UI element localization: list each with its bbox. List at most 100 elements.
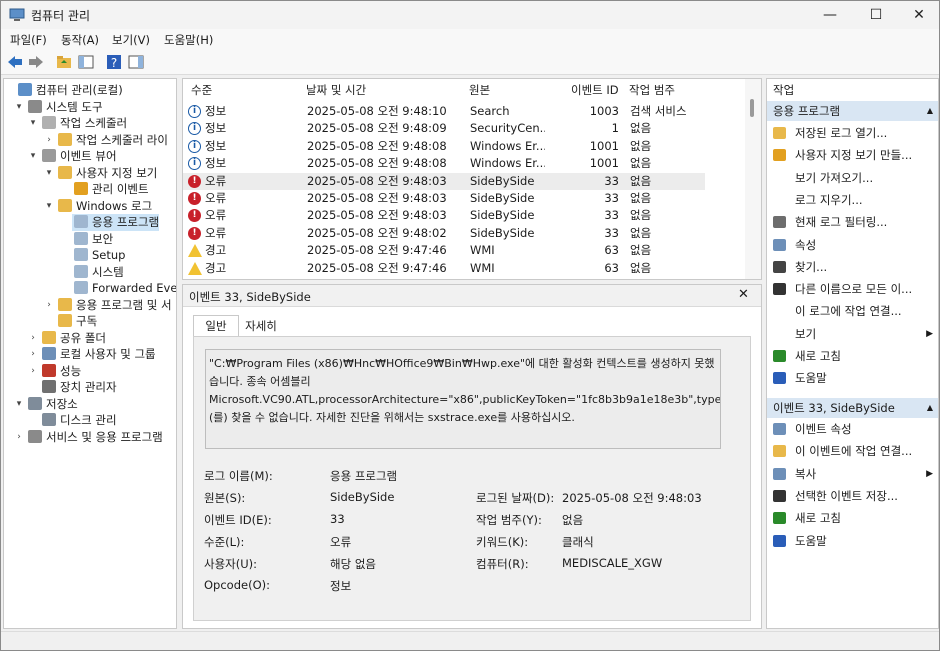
- maximize-button[interactable]: ☐: [853, 1, 899, 29]
- table-row[interactable]: 경고 2025-05-08 오전 9:47:46 WMI 63 없음: [183, 242, 705, 259]
- chevron-down-icon[interactable]: ▾: [28, 148, 38, 165]
- action-item[interactable]: 속성: [767, 235, 938, 255]
- action-item[interactable]: 보기 ▶: [767, 324, 938, 344]
- col-level-header[interactable]: 수준: [191, 79, 212, 101]
- event-list-scrollbar[interactable]: [745, 79, 761, 279]
- table-row[interactable]: i 정보 2025-05-08 오전 9:48:08 Windows Er... 100…: [183, 155, 705, 172]
- tree-item[interactable]: ▾ 시스템 도구: [17, 99, 103, 116]
- action-item[interactable]: 현재 로그 필터링...: [767, 212, 938, 232]
- chevron-right-icon[interactable]: ›: [28, 330, 38, 347]
- table-row[interactable]: i 정보 2025-05-08 오전 9:48:09 SecurityCen... 1 없…: [183, 120, 705, 137]
- chevron-down-icon[interactable]: ▾: [44, 165, 54, 182]
- action-item[interactable]: 사용자 지정 보기 만들...: [767, 145, 938, 165]
- actions-section-application[interactable]: 응용 프로그램 ▲: [767, 101, 938, 121]
- chevron-right-icon[interactable]: ›: [44, 132, 54, 149]
- tree-item[interactable]: ▾ 이벤트 뷰어: [31, 148, 117, 165]
- col-category-header[interactable]: 작업 범주: [629, 79, 675, 101]
- menu-file[interactable]: 파일(F): [10, 32, 47, 48]
- event-id-value: 33: [330, 512, 345, 526]
- up-folder-icon[interactable]: [55, 53, 73, 71]
- tree-item[interactable]: › 작업 스케줄러 라이: [47, 132, 168, 149]
- event-message-box[interactable]: "C:₩Program Files (x86)₩Hnc₩HOffice9₩Bin…: [205, 349, 721, 449]
- tree-item-label: 구독: [76, 314, 98, 328]
- tree-item[interactable]: 관리 이벤트: [72, 181, 149, 198]
- tree-item[interactable]: › 성능: [31, 363, 82, 380]
- cell-level: 오류: [205, 173, 227, 188]
- show-hide-console-tree-icon[interactable]: [77, 53, 95, 71]
- action-item[interactable]: 이벤트 속성: [767, 419, 938, 439]
- chevron-right-icon[interactable]: ›: [44, 297, 54, 314]
- table-row[interactable]: ! 오류 2025-05-08 오전 9:48:03 SideBySide 33 없음: [183, 190, 705, 207]
- close-button[interactable]: ✕: [896, 1, 939, 29]
- action-item[interactable]: 도움말: [767, 368, 938, 388]
- chevron-down-icon[interactable]: ▾: [44, 198, 54, 215]
- chevron-right-icon[interactable]: ›: [14, 429, 24, 446]
- table-row[interactable]: ! 오류 2025-05-08 오전 9:48:02 SideBySide 33 없음: [183, 225, 705, 242]
- tree-item[interactable]: 장치 관리자: [40, 379, 117, 396]
- tree-item[interactable]: ▾ Windows 로그: [47, 198, 152, 215]
- table-row[interactable]: i 정보 2025-05-08 오전 9:48:10 Search 1003 검색 서비스: [183, 103, 705, 120]
- tree-item[interactable]: 컴퓨터 관리(로컬): [16, 82, 123, 99]
- action-item[interactable]: 다른 이름으로 모든 이...: [767, 279, 938, 299]
- action-item[interactable]: 로그 지우기...: [767, 190, 938, 210]
- tree-item[interactable]: Setup: [72, 247, 125, 264]
- chevron-down-icon[interactable]: ▾: [14, 99, 24, 116]
- actions-section-event[interactable]: 이벤트 33, SideBySide ▲: [767, 398, 938, 418]
- menu-view[interactable]: 보기(V): [112, 32, 150, 48]
- collapse-up-icon[interactable]: ▲: [927, 398, 933, 418]
- action-item[interactable]: 찾기...: [767, 257, 938, 277]
- table-row[interactable]: ! 오류 2025-05-08 오전 9:48:03 SideBySide 33 없음: [183, 172, 705, 190]
- tree-item-label: 성능: [60, 363, 82, 378]
- action-item[interactable]: 도움말: [767, 531, 938, 551]
- chevron-right-icon[interactable]: ›: [28, 363, 38, 380]
- console-tree: 컴퓨터 관리(로컬) ▾ 시스템 도구 ▾ 작업 스케줄러 › 작업 스케줄러 라이 ▾ 이벤트…: [3, 78, 177, 629]
- action-item[interactable]: 이 이벤트에 작업 연결...: [767, 441, 938, 461]
- minimize-button[interactable]: —: [807, 1, 853, 29]
- chevron-right-icon[interactable]: ›: [28, 346, 38, 363]
- tree-item[interactable]: Forwarded Event: [72, 280, 176, 297]
- tree-item[interactable]: › 서비스 및 응용 프로그램: [17, 429, 163, 446]
- info-icon: i: [188, 105, 201, 118]
- tree-item[interactable]: ▾ 사용자 지정 보기: [47, 165, 157, 182]
- action-item[interactable]: 선택한 이벤트 저장...: [767, 486, 938, 506]
- tree-item[interactable]: ▾ 저장소: [17, 396, 78, 413]
- show-hide-action-pane-icon[interactable]: [127, 53, 145, 71]
- action-item[interactable]: 복사 ▶: [767, 464, 938, 484]
- action-item[interactable]: 새로 고침: [767, 508, 938, 528]
- table-row[interactable]: ! 오류 2025-05-08 오전 9:48:03 SideBySide 33 없음: [183, 207, 705, 224]
- properties-icon: [773, 238, 786, 251]
- tree-item[interactable]: › 공유 폴더: [31, 330, 106, 347]
- tree-item[interactable]: 시스템: [72, 264, 124, 281]
- chevron-down-icon[interactable]: ▾: [14, 396, 24, 413]
- menu-action[interactable]: 동작(A): [61, 32, 99, 48]
- tree-item[interactable]: › 응용 프로그램 및 서: [47, 297, 172, 314]
- tree-item[interactable]: 구독: [56, 313, 97, 330]
- menu-help[interactable]: 도움말(H): [164, 32, 213, 48]
- action-label: 이 이벤트에 작업 연결...: [795, 444, 913, 459]
- tree-item[interactable]: 응용 프로그램: [72, 214, 160, 231]
- back-arrow-icon[interactable]: [6, 53, 24, 71]
- tree-item[interactable]: ▾ 작업 스케줄러: [31, 115, 127, 132]
- detail-close-icon[interactable]: ✕: [738, 287, 749, 302]
- tree-item[interactable]: 보안: [72, 231, 113, 248]
- forward-arrow-icon[interactable]: [27, 53, 45, 71]
- action-item[interactable]: 이 로그에 작업 연결...: [767, 301, 938, 321]
- info-icon: i: [188, 139, 201, 153]
- tab-details[interactable]: 자세히: [239, 316, 283, 336]
- tab-general[interactable]: 일반: [193, 315, 239, 337]
- col-source-header[interactable]: 원본: [469, 79, 490, 101]
- tree-item[interactable]: › 로컬 사용자 및 그룹: [31, 346, 156, 363]
- col-eventid-header[interactable]: 이벤트 ID: [571, 79, 619, 101]
- tree-item[interactable]: 디스크 관리: [40, 412, 117, 429]
- scroll-thumb[interactable]: [750, 99, 754, 117]
- chevron-down-icon[interactable]: ▾: [28, 115, 38, 132]
- table-row[interactable]: i 정보 2025-05-08 오전 9:48:08 Windows Er... 100…: [183, 138, 705, 155]
- action-item[interactable]: 새로 고침: [767, 346, 938, 366]
- col-datetime-header[interactable]: 날짜 및 시간: [306, 79, 366, 101]
- action-item[interactable]: 보기 가져오기...: [767, 168, 938, 188]
- cell-datetime: 2025-05-08 오전 9:48:03: [307, 208, 447, 223]
- action-item[interactable]: 저장된 로그 열기...: [767, 123, 938, 143]
- help-icon[interactable]: ?: [105, 53, 123, 71]
- table-row[interactable]: 경고 2025-05-08 오전 9:47:46 WMI 63 없음: [183, 260, 705, 277]
- collapse-up-icon[interactable]: ▲: [927, 101, 933, 121]
